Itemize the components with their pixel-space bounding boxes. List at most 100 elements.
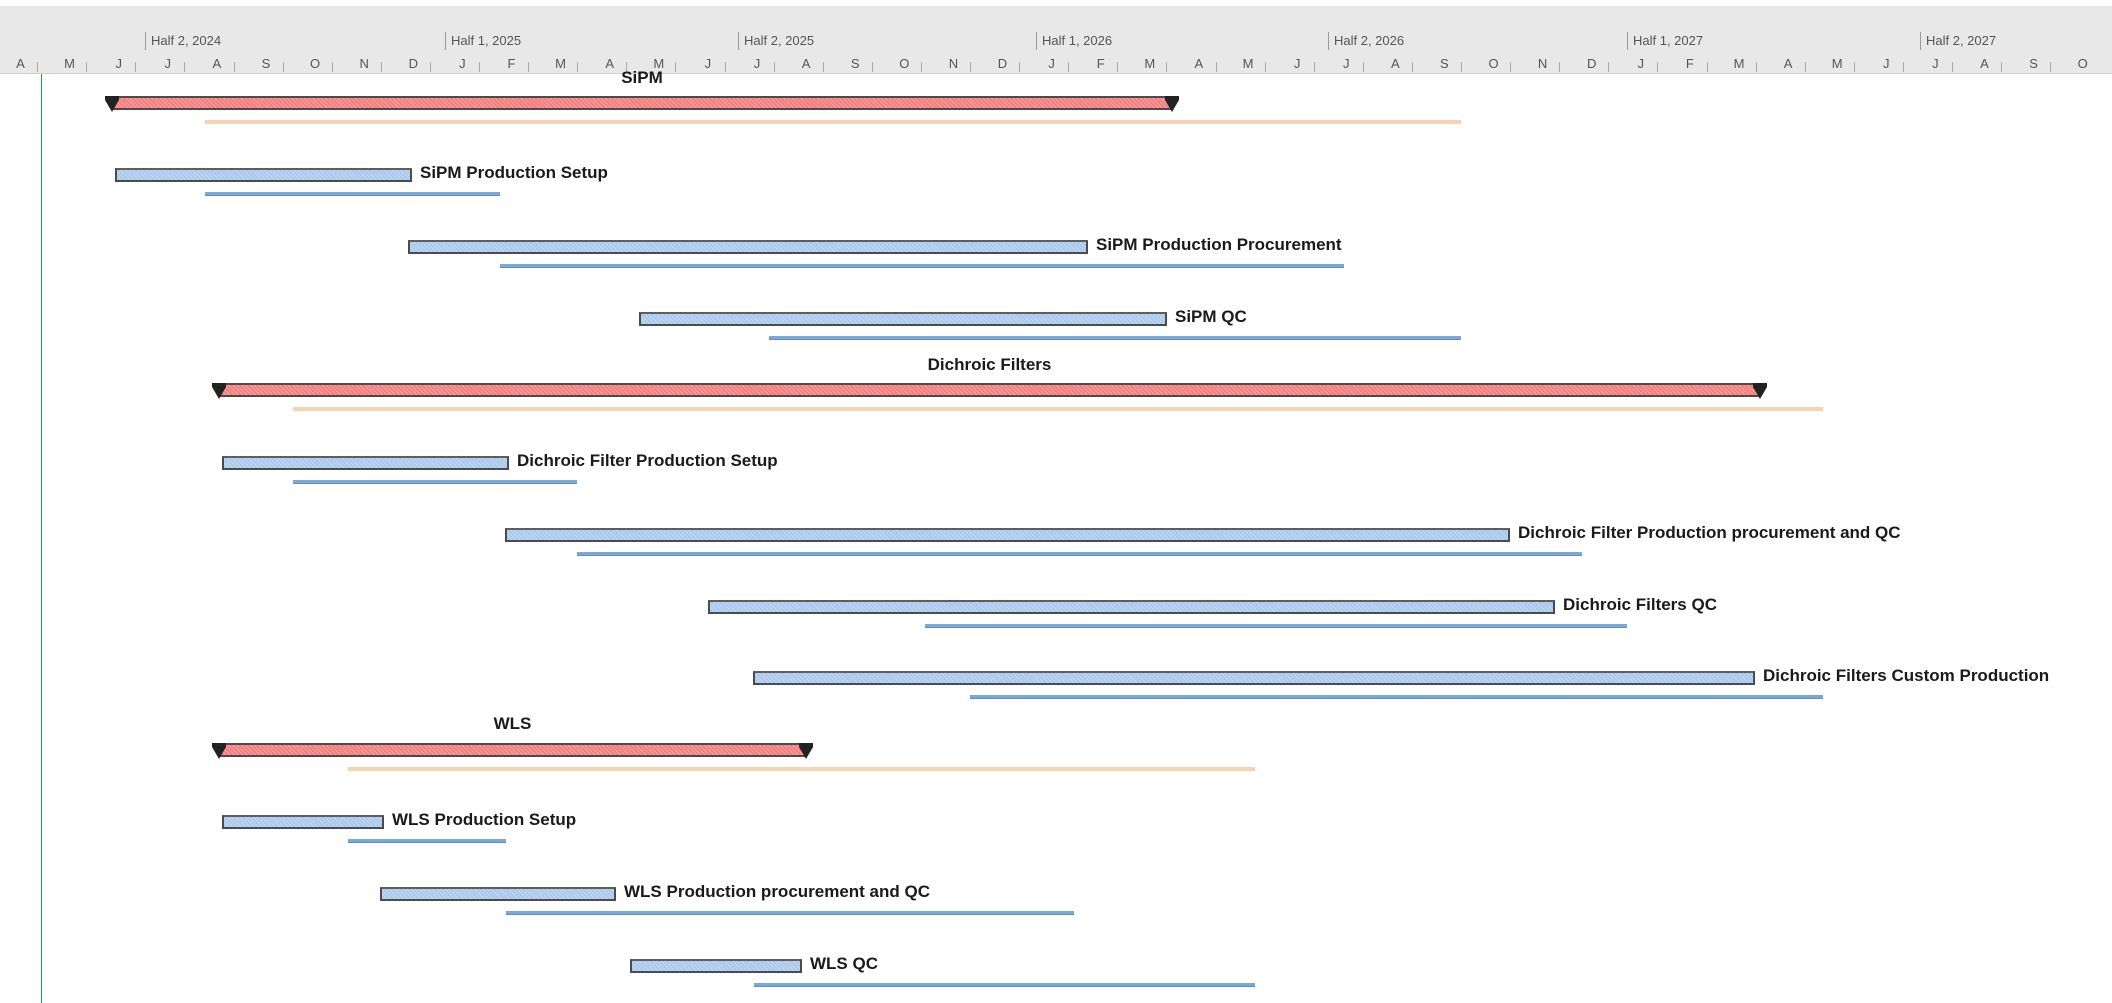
half-year-label: Half 2, 2027 xyxy=(1926,33,1997,48)
month-separator xyxy=(1510,62,1512,72)
month-label: A xyxy=(16,56,25,71)
summary-bar-dichroic-filters[interactable] xyxy=(219,383,1760,397)
half-year-label: Half 2, 2026 xyxy=(1334,33,1405,48)
half-year-tick xyxy=(738,32,739,50)
task-label-sipm-qc: SiPM QC xyxy=(1175,307,1247,326)
month-separator xyxy=(1804,62,1806,72)
month-separator xyxy=(920,62,922,72)
task-label-sipm-production-setup: SiPM Production Setup xyxy=(420,163,608,182)
month-separator xyxy=(1362,62,1364,72)
month-separator xyxy=(822,62,824,72)
baseline-bar-sipm-production-procurement xyxy=(500,264,1344,268)
summary-end-marker-icon xyxy=(1753,383,1767,399)
month-separator xyxy=(675,62,677,72)
baseline-bar-dichroic-filters-qc xyxy=(925,624,1627,628)
month-separator xyxy=(1853,62,1855,72)
month-separator xyxy=(184,62,186,72)
month-separator xyxy=(871,62,873,72)
summary-label-sipm: SiPM xyxy=(621,68,663,87)
baseline-bar-wls xyxy=(348,767,1255,771)
task-bar-sipm-production-procurement[interactable] xyxy=(408,240,1088,254)
month-separator xyxy=(1215,62,1217,72)
summary-end-marker-icon xyxy=(1165,96,1179,112)
month-separator xyxy=(135,62,137,72)
month-separator xyxy=(1019,62,1021,72)
half-year-tick xyxy=(1328,32,1329,50)
month-separator xyxy=(1902,62,1904,72)
month-separator xyxy=(1559,62,1561,72)
baseline-bar-wls-qc xyxy=(754,983,1255,987)
month-separator xyxy=(479,62,480,72)
task-bar-dichroic-filters-custom-production[interactable] xyxy=(753,671,1755,685)
task-label-dichroic-filters-custom-production: Dichroic Filters Custom Production xyxy=(1763,666,2050,685)
month-separator xyxy=(1411,62,1413,72)
half-year-label: Half 2, 2025 xyxy=(744,33,815,48)
summary-label-dichroic-filters: Dichroic Filters xyxy=(927,355,1052,374)
month-separator xyxy=(282,62,284,72)
half-year-tick xyxy=(145,32,146,50)
month-separator xyxy=(773,62,775,72)
task-bar-sipm-production-setup[interactable] xyxy=(115,168,412,182)
summary-bar-wls[interactable] xyxy=(219,743,806,757)
half-year-label: Half 1, 2026 xyxy=(1042,33,1113,48)
month-separator xyxy=(2001,62,2003,72)
month-separator xyxy=(577,62,579,72)
summary-label-wls: WLS xyxy=(493,714,532,733)
summary-start-marker-icon xyxy=(105,96,119,112)
month-separator xyxy=(380,62,382,72)
task-bar-wls-qc[interactable] xyxy=(630,959,802,973)
month-separator xyxy=(1952,62,1953,72)
task-bar-dichroic-filter-production-setup[interactable] xyxy=(222,456,509,470)
month-label: O xyxy=(2077,56,2088,71)
month-separator xyxy=(528,62,530,72)
half-year-label: Half 1, 2025 xyxy=(451,33,522,48)
task-label-wls-qc: WLS QC xyxy=(810,954,878,973)
month-separator xyxy=(429,62,431,72)
summary-end-marker-icon xyxy=(799,743,813,759)
task-bar-dichroic-filters-qc[interactable] xyxy=(708,600,1555,614)
month-separator xyxy=(1313,62,1315,72)
half-year-tick xyxy=(445,32,446,50)
month-separator xyxy=(1608,62,1610,72)
month-separator xyxy=(233,62,235,72)
baseline-bar-wls-production-procurement-and-qc xyxy=(506,911,1074,915)
timescale-header: Half 2, 2024 Half 1, 2025 Half 2, 2025 Half… xyxy=(0,6,2112,74)
baseline-bar-dichroic-filters xyxy=(293,407,1823,411)
summary-bar-sipm[interactable] xyxy=(112,96,1172,110)
half-year-tick xyxy=(1920,32,1921,50)
month-separator xyxy=(2050,62,2052,72)
month-separator xyxy=(1755,62,1757,72)
baseline-bar-sipm xyxy=(205,120,1461,124)
baseline-bar-wls-production-setup xyxy=(348,839,506,843)
month-separator xyxy=(86,62,88,72)
summary-start-marker-icon xyxy=(212,743,226,759)
half-year-tick xyxy=(1036,32,1037,50)
month-separator xyxy=(970,62,971,72)
month-separator xyxy=(1264,62,1266,72)
task-bar-dichroic-filter-production-procurement-and-qc[interactable] xyxy=(505,528,1510,542)
month-separator xyxy=(1117,62,1119,72)
month-separator xyxy=(1166,62,1168,72)
baseline-bar-dichroic-filter-production-procurement-and-qc xyxy=(577,552,1582,556)
summary-start-marker-icon xyxy=(212,383,226,399)
month-separator xyxy=(1706,62,1708,72)
month-separator xyxy=(37,62,39,72)
month-separator xyxy=(1657,62,1659,72)
baseline-bar-dichroic-filters-custom-production xyxy=(970,695,1823,699)
task-bar-wls-production-setup[interactable] xyxy=(222,815,384,829)
task-bar-sipm-qc[interactable] xyxy=(639,312,1167,326)
baseline-bar-dichroic-filter-production-setup xyxy=(293,480,577,484)
month-separator xyxy=(724,62,726,72)
task-label-dichroic-filter-production-procurement-and-qc: Dichroic Filter Production procurement a… xyxy=(1518,523,1901,542)
month-separator xyxy=(331,62,333,72)
half-year-label: Half 1, 2027 xyxy=(1633,33,1704,48)
half-year-label: Half 2, 2024 xyxy=(151,33,222,48)
task-label-wls-production-setup: WLS Production Setup xyxy=(392,810,577,829)
task-bar-wls-production-procurement-and-qc[interactable] xyxy=(380,887,616,901)
task-label-wls-production-procurement-and-qc: WLS Production procurement and QC xyxy=(624,882,931,901)
half-year-tick xyxy=(1627,32,1628,50)
month-separator xyxy=(1461,62,1462,72)
task-label-dichroic-filter-production-setup: Dichroic Filter Production Setup xyxy=(517,451,778,470)
task-label-dichroic-filters-qc: Dichroic Filters QC xyxy=(1563,595,1717,614)
baseline-bar-sipm-production-setup xyxy=(205,192,500,196)
